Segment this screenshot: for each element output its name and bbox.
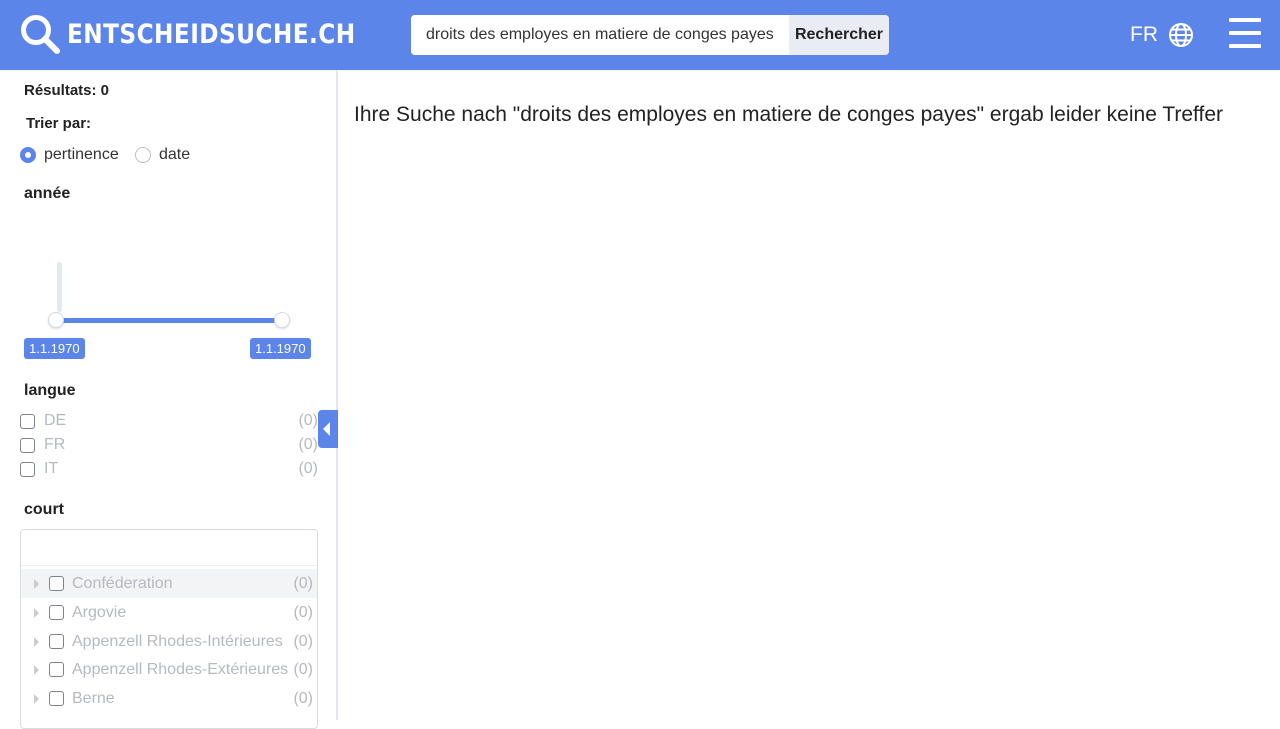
no-results-message: Ihre Suche nach "droits des employes en … (354, 103, 1224, 126)
language-option-it[interactable]: IT (0) (20, 458, 320, 480)
search-button[interactable]: Rechercher (789, 15, 889, 55)
globe-icon (1169, 23, 1193, 47)
court-label: Conféderation (72, 574, 173, 592)
court-tree-item[interactable]: Berne (0) (21, 684, 317, 713)
collapse-sidebar-button[interactable] (318, 410, 338, 448)
court-label: Argovie (72, 603, 127, 621)
language-option-count: (0) (298, 460, 318, 477)
checkbox[interactable] (49, 691, 64, 706)
year-histogram-bar (57, 262, 62, 312)
search-bar: Rechercher (411, 15, 889, 55)
sort-option-label: date (159, 146, 191, 163)
language-option-count: (0) (298, 412, 318, 429)
language-filter-title: langue (24, 382, 76, 399)
language-option-label: IT (44, 460, 59, 477)
court-tree-item[interactable]: Appenzell Rhodes-Intérieures (0) (21, 627, 317, 656)
result-count: Résultats: 0 (24, 82, 110, 99)
sort-option-relevance[interactable]: pertinence (20, 146, 119, 164)
sort-option-label: pertinence (44, 146, 119, 163)
search-input[interactable] (411, 15, 789, 55)
sort-option-date[interactable]: date (135, 146, 190, 164)
court-label: Appenzell Rhodes-Intérieures (72, 632, 283, 650)
top-header: ENTSCHEIDSUCHE.CH Rechercher FR (0, 0, 1280, 70)
checkbox[interactable] (20, 437, 35, 453)
expand-caret-icon[interactable] (34, 636, 39, 647)
checkbox[interactable] (49, 576, 64, 591)
court-count: (0) (293, 660, 313, 678)
checkbox[interactable] (49, 634, 64, 649)
radio-button-checked[interactable] (20, 147, 36, 163)
language-option-label: DE (44, 412, 67, 429)
language-option-fr[interactable]: FR (0) (20, 434, 320, 456)
radio-button[interactable] (135, 147, 151, 163)
search-icon (21, 15, 60, 54)
court-search-input[interactable] (21, 530, 317, 566)
expand-caret-icon[interactable] (34, 607, 39, 618)
expand-caret-icon[interactable] (34, 664, 39, 675)
hamburger-menu-icon[interactable] (1229, 18, 1261, 50)
court-label: Berne (72, 689, 115, 707)
expand-caret-icon[interactable] (34, 693, 39, 704)
language-switcher[interactable]: FR (1130, 22, 1194, 48)
checkbox[interactable] (49, 662, 64, 677)
court-tree-item[interactable]: Conféderation (0) (21, 569, 317, 598)
year-range-slider[interactable] (56, 318, 282, 323)
year-start-label: 1.1.1970 (24, 338, 85, 359)
site-logo[interactable]: ENTSCHEIDSUCHE.CH (20, 14, 403, 55)
language-option-count: (0) (298, 436, 318, 453)
expand-caret-icon[interactable] (34, 578, 39, 589)
court-tree-item[interactable]: Appenzell Rhodes-Extérieures (0) (21, 655, 317, 684)
language-option-label: FR (44, 436, 66, 453)
checkbox[interactable] (20, 461, 35, 477)
sort-label: Trier par: (26, 115, 92, 132)
court-tree: Conféderation (0) Argovie (0) Appenzell … (20, 529, 318, 729)
court-count: (0) (293, 574, 313, 592)
court-count: (0) (293, 603, 313, 621)
year-end-label: 1.1.1970 (250, 338, 311, 359)
year-slider-handle-start[interactable] (48, 312, 64, 328)
court-count: (0) (293, 632, 313, 650)
language-label: FR (1130, 23, 1158, 46)
logo-text: ENTSCHEIDSUCHE.CH (67, 19, 356, 50)
court-count: (0) (293, 689, 313, 707)
court-filter-title: court (24, 501, 64, 518)
year-filter-title: année (24, 185, 71, 202)
checkbox[interactable] (49, 605, 64, 620)
court-tree-item[interactable]: Argovie (0) (21, 598, 317, 627)
language-option-de[interactable]: DE (0) (20, 410, 320, 432)
filter-sidebar: Résultats: 0 Trier par: pertinence date … (0, 70, 338, 729)
court-label: Appenzell Rhodes-Extérieures (72, 660, 289, 678)
year-slider-handle-end[interactable] (274, 312, 290, 328)
checkbox[interactable] (20, 413, 35, 429)
